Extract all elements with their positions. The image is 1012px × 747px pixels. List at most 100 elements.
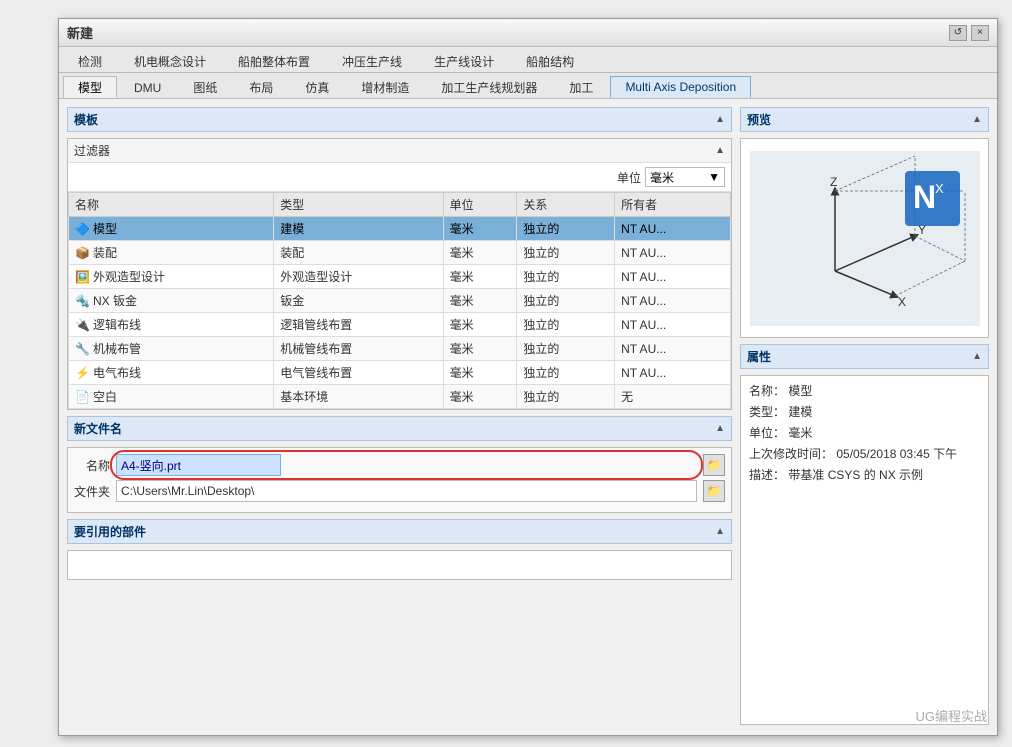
unit-dropdown-icon: ▼ [708,170,720,184]
prop-unit-row: 单位： 毫米 [749,424,980,442]
tab-jiance[interactable]: 检测 [63,50,117,72]
tab-row-1: 检测 机电概念设计 船舶整体布置 冲压生产线 生产线设计 船舶结构 [59,47,997,73]
prop-type-row: 类型： 建模 [749,403,980,421]
table-cell-owner: NT AU... [615,241,731,265]
unit-select-value: 毫米 [650,169,674,186]
tab-drawings[interactable]: 图纸 [178,76,232,98]
ref-parts-content [67,550,732,580]
folder-label: 文件夹 [74,483,110,500]
table-row[interactable]: 📦装配装配毫米独立的NT AU... [69,241,731,265]
table-row[interactable]: 🔌逻辑布线逻辑管线布置毫米独立的NT AU... [69,313,731,337]
filter-chevron-icon[interactable]: ▲ [715,145,725,156]
preview-section-header: 预览 ▲ [740,107,989,132]
table-cell-unit: 毫米 [443,385,517,409]
filter-label: 过滤器 [74,142,110,159]
preview-chevron-icon[interactable]: ▲ [972,114,982,125]
prop-name-row: 名称： 模型 [749,382,980,400]
unit-select[interactable]: 毫米 ▼ [645,167,725,187]
table-cell-relation: 独立的 [517,313,615,337]
svg-text:X: X [898,295,906,309]
table-cell-name: 📦装配 [69,241,274,265]
tab-model[interactable]: 模型 [63,76,117,98]
col-name: 名称 [69,193,274,217]
unit-row: 单位 毫米 ▼ [68,163,731,192]
tab-simulation[interactable]: 仿真 [290,76,344,98]
table-cell-relation: 独立的 [517,361,615,385]
filename-chevron-icon[interactable]: ▲ [715,423,725,434]
table-cell-relation: 独立的 [517,337,615,361]
tab-chuanbo[interactable]: 船舶整体布置 [223,50,325,72]
preview-svg: Z Y X [750,151,980,326]
table-cell-relation: 独立的 [517,241,615,265]
prop-modified-label: 上次修改时间： [749,447,833,461]
tab-machining[interactable]: 加工 [554,76,608,98]
filename-section: 名称 📁 文件夹 📁 [67,447,732,513]
prop-unit-label: 单位： [749,426,785,440]
table-cell-owner: NT AU... [615,217,731,241]
left-panel: 模板 ▲ 过滤器 ▲ 单位 毫米 ▼ [67,107,732,725]
properties-chevron-icon[interactable]: ▲ [972,351,982,362]
shape-icon: 🖼️ [75,270,90,284]
properties-section-header: 属性 ▲ [740,344,989,369]
table-row[interactable]: ⚡电气布线电气管线布置毫米独立的NT AU... [69,361,731,385]
blank-icon: 📄 [75,390,90,404]
filter-header: 过滤器 ▲ [68,139,731,163]
table-cell-type: 基本环境 [274,385,443,409]
dialog-title: 新建 [67,23,93,42]
table-cell-unit: 毫米 [443,337,517,361]
table-cell-name: ⚡电气布线 [69,361,274,385]
tab-chuanbojiagou[interactable]: 船舶结构 [511,50,589,72]
assembly-icon: 📦 [75,246,90,260]
tab-dmu[interactable]: DMU [119,76,176,98]
folder-input[interactable] [116,480,697,502]
ref-parts-header-label: 要引用的部件 [74,523,146,540]
ref-parts-chevron-icon[interactable]: ▲ [715,526,725,537]
tab-multi-axis[interactable]: Multi Axis Deposition [610,76,751,98]
table-cell-type: 装配 [274,241,443,265]
prop-desc-row: 描述： 带基准 CSYS 的 NX 示例 [749,466,980,484]
template-chevron-icon[interactable]: ▲ [715,114,725,125]
table-cell-relation: 独立的 [517,265,615,289]
tab-chongya[interactable]: 冲压生产线 [327,50,417,72]
title-buttons: ↺ × [949,25,989,41]
svg-text:Z: Z [830,175,837,189]
prop-unit-value: 毫米 [788,426,812,440]
template-header-label: 模板 [74,111,98,128]
routing-mech-icon: 🔧 [75,342,90,356]
properties-section: 名称： 模型 类型： 建模 单位： 毫米 上次修改时间： 05/05/2018 … [740,375,989,725]
svg-text:X: X [935,181,944,196]
tab-layout[interactable]: 布局 [234,76,288,98]
prop-type-value: 建模 [788,405,812,419]
name-row: 名称 📁 [74,454,725,476]
tab-shengchanxian[interactable]: 生产线设计 [419,50,509,72]
preview-box: Z Y X [740,138,989,338]
svg-text:N: N [913,179,936,215]
properties-header-label: 属性 [747,348,771,365]
table-row[interactable]: 🔩NX 钣金钣金毫米独立的NT AU... [69,289,731,313]
name-input[interactable] [116,454,281,476]
prop-desc-value: 带基准 CSYS 的 NX 示例 [788,468,923,482]
col-type: 类型 [274,193,443,217]
col-unit: 单位 [443,193,517,217]
tab-jidian[interactable]: 机电概念设计 [119,50,221,72]
table-cell-relation: 独立的 [517,385,615,409]
main-content: 模板 ▲ 过滤器 ▲ 单位 毫米 ▼ [59,99,997,733]
table-cell-type: 机械管线布置 [274,337,443,361]
template-section: 过滤器 ▲ 单位 毫米 ▼ [67,138,732,410]
name-folder-button[interactable]: 📁 [703,454,725,476]
col-relation: 关系 [517,193,615,217]
table-row[interactable]: 🖼️外观造型设计外观造型设计毫米独立的NT AU... [69,265,731,289]
filename-header-label: 新文件名 [74,420,122,437]
table-row[interactable]: 📄空白基本环境毫米独立的无 [69,385,731,409]
table-cell-owner: NT AU... [615,289,731,313]
close-button[interactable]: × [971,25,989,41]
tab-additive[interactable]: 增材制造 [346,76,424,98]
table-row[interactable]: 🔷模型建模毫米独立的NT AU... [69,217,731,241]
table-cell-unit: 毫米 [443,313,517,337]
refresh-button[interactable]: ↺ [949,25,967,41]
table-cell-type: 钣金 [274,289,443,313]
tab-machining-planner[interactable]: 加工生产线规划器 [426,76,552,98]
folder-folder-button[interactable]: 📁 [703,480,725,502]
table-row[interactable]: 🔧机械布管机械管线布置毫米独立的NT AU... [69,337,731,361]
table-cell-unit: 毫米 [443,289,517,313]
